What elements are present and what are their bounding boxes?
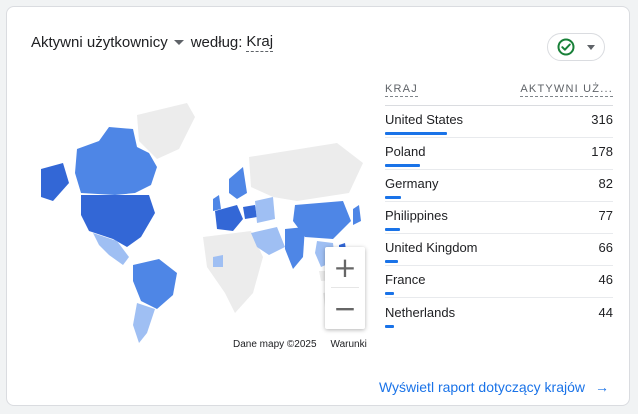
table-row[interactable]: United States 316 bbox=[385, 106, 613, 138]
table-body: United States 316 Poland 178 Germany 82 Philip… bbox=[385, 106, 613, 330]
check-circle-icon bbox=[557, 38, 575, 56]
report-link-label: Wyświetl raport dotyczący krajów bbox=[378, 379, 585, 395]
active-users-value: 82 bbox=[598, 176, 613, 191]
country-name: France bbox=[385, 272, 426, 287]
value-bar bbox=[385, 132, 447, 135]
value-bar bbox=[385, 228, 401, 231]
map-terms-link[interactable]: Warunki bbox=[331, 339, 367, 350]
country-name: Netherlands bbox=[385, 304, 456, 320]
country-name: United Kingdom bbox=[385, 240, 478, 255]
dimension-selector[interactable]: Kraj bbox=[246, 33, 274, 52]
table-header: KRAJ AKTYWNI UŻ... bbox=[385, 83, 613, 106]
data-quality-chip[interactable] bbox=[547, 33, 605, 61]
value-bar bbox=[385, 292, 395, 295]
card-header: Aktywni użytkownicy według: Kraj bbox=[31, 33, 274, 52]
country-name: United States bbox=[385, 112, 464, 127]
country-name: Germany bbox=[385, 176, 439, 191]
map-region-brazil bbox=[133, 259, 177, 309]
country-name: Philippines bbox=[385, 208, 448, 223]
value-bar bbox=[385, 164, 420, 167]
country-table: KRAJ AKTYWNI UŻ... United States 316 Polan… bbox=[385, 83, 613, 330]
map-region-greenland bbox=[137, 103, 195, 159]
table-row[interactable]: United Kingdom 66 bbox=[385, 234, 613, 266]
map-region-africa bbox=[203, 231, 263, 313]
map-region-poland bbox=[243, 205, 257, 219]
column-header-active-users[interactable]: AKTYWNI UŻ... bbox=[520, 83, 613, 97]
map-region-south-america-south bbox=[133, 303, 155, 343]
table-row[interactable]: Philippines 77 bbox=[385, 202, 613, 234]
active-users-value: 66 bbox=[598, 240, 613, 255]
column-header-country[interactable]: KRAJ bbox=[385, 83, 418, 97]
value-bar bbox=[385, 260, 398, 263]
value-bar bbox=[385, 325, 394, 328]
by-label: według: bbox=[190, 34, 243, 51]
active-users-by-country-card: Aktywni użytkownicy według: Kraj + − Dan… bbox=[6, 6, 630, 406]
map-region-africa-highlight bbox=[213, 255, 223, 267]
zoom-out-button[interactable]: − bbox=[325, 288, 365, 328]
map-region-eastern-europe bbox=[255, 197, 275, 223]
map-region-alaska bbox=[41, 163, 69, 201]
map-region-scandinavia bbox=[229, 167, 247, 199]
map-data-credit: Dane mapy ©2025 bbox=[233, 339, 317, 350]
table-row[interactable]: France 46 bbox=[385, 266, 613, 298]
active-users-value: 44 bbox=[598, 304, 613, 320]
zoom-in-button[interactable]: + bbox=[325, 247, 365, 287]
map-region-russia bbox=[249, 143, 363, 201]
arrow-right-icon: → bbox=[595, 379, 609, 395]
map-region-uk bbox=[213, 195, 221, 211]
map-footer: Dane mapy ©2025 Warunki bbox=[233, 339, 367, 350]
active-users-value: 178 bbox=[591, 144, 613, 159]
world-map[interactable] bbox=[37, 97, 367, 347]
active-users-value: 316 bbox=[591, 112, 613, 127]
country-name: Poland bbox=[385, 144, 426, 159]
table-row[interactable]: Netherlands 44 bbox=[385, 298, 613, 330]
map-region-japan bbox=[353, 205, 361, 225]
metric-selector[interactable]: Aktywni użytkownicy bbox=[31, 34, 168, 51]
dropdown-arrow-icon[interactable] bbox=[173, 40, 184, 45]
map-region-india bbox=[285, 227, 305, 269]
value-bar bbox=[385, 196, 402, 199]
table-row[interactable]: Poland 178 bbox=[385, 138, 613, 170]
chevron-down-icon bbox=[587, 44, 595, 50]
view-country-report-link[interactable]: Wyświetl raport dotyczący krajów → bbox=[379, 379, 609, 395]
map-region-usa bbox=[81, 195, 155, 247]
map-zoom-controls: + − bbox=[325, 247, 365, 329]
active-users-value: 46 bbox=[598, 272, 613, 287]
active-users-value: 77 bbox=[598, 208, 613, 223]
table-row[interactable]: Germany 82 bbox=[385, 170, 613, 202]
